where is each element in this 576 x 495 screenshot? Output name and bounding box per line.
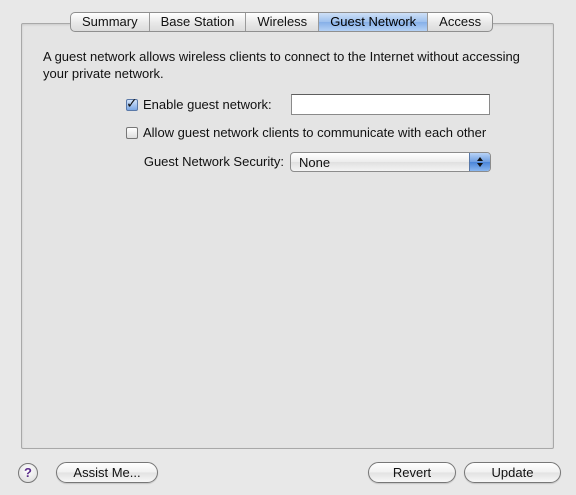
enable-guest-checkbox[interactable]: ✓ bbox=[126, 94, 138, 111]
revert-button[interactable]: Revert bbox=[368, 462, 456, 483]
enable-guest-row: ✓ Enable guest network: bbox=[126, 94, 272, 112]
security-select[interactable]: None bbox=[290, 152, 491, 172]
allow-communicate-label: Allow guest network clients to communica… bbox=[143, 125, 487, 140]
checkmark-icon: ✓ bbox=[126, 94, 138, 111]
security-label: Guest Network Security: bbox=[143, 154, 284, 169]
select-arrows-icon bbox=[469, 153, 490, 171]
assist-me-button[interactable]: Assist Me... bbox=[56, 462, 158, 483]
guest-network-name-field[interactable] bbox=[291, 94, 490, 115]
help-button[interactable]: ? bbox=[18, 463, 38, 483]
tab-base-station[interactable]: Base Station bbox=[150, 13, 247, 31]
tab-bar: Summary Base Station Wireless Guest Netw… bbox=[70, 12, 494, 32]
update-button[interactable]: Update bbox=[464, 462, 561, 483]
allow-communicate-checkbox[interactable] bbox=[126, 126, 138, 139]
tab-wireless[interactable]: Wireless bbox=[246, 13, 320, 31]
enable-guest-label: Enable guest network: bbox=[143, 97, 272, 112]
tab-guest-network[interactable]: Guest Network bbox=[319, 13, 429, 31]
tab-summary[interactable]: Summary bbox=[71, 13, 150, 31]
tab-access[interactable]: Access bbox=[428, 13, 492, 31]
allow-communicate-row: Allow guest network clients to communica… bbox=[126, 125, 486, 140]
security-value: None bbox=[299, 155, 331, 170]
description-text: A guest network allows wireless clients … bbox=[43, 49, 520, 81]
content-panel bbox=[21, 23, 554, 449]
